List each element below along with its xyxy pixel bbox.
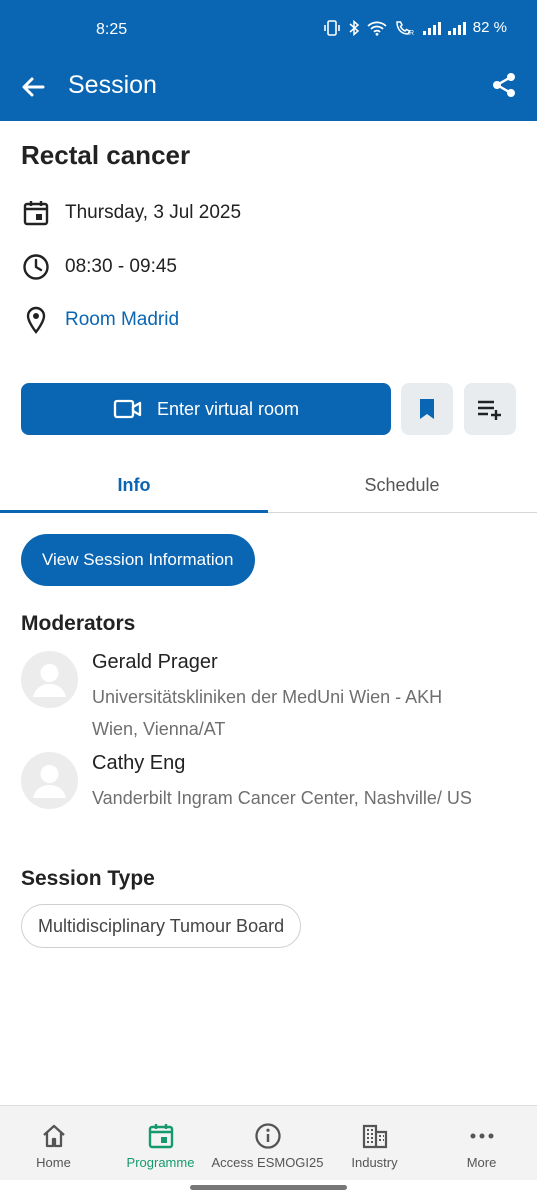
add-to-playlist-button[interactable] xyxy=(464,383,516,435)
battery-level: 82 % xyxy=(472,19,507,36)
nav-home-label: Home xyxy=(36,1155,71,1170)
moderator-item: Gerald Prager Universitätskliniken der M… xyxy=(21,651,516,741)
bluetooth-icon xyxy=(349,19,359,36)
session-type-heading: Session Type xyxy=(21,867,155,890)
session-title: Rectal cancer xyxy=(21,140,191,170)
status-time: 8:25 xyxy=(96,21,128,38)
tab-bar: Info Schedule xyxy=(0,458,537,513)
status-bar: 8:25 R 82 % xyxy=(0,0,537,58)
nav-access-label: Access ESMOGI25 xyxy=(211,1155,324,1170)
calendar-icon xyxy=(148,1124,173,1149)
nav-programme-label: Programme xyxy=(126,1155,195,1170)
nav-home[interactable]: Home xyxy=(0,1106,107,1181)
wifi-call-icon: R xyxy=(396,20,414,36)
back-arrow-icon[interactable] xyxy=(18,72,48,102)
playlist-add-icon xyxy=(478,400,501,420)
session-time-row: 08:30 - 09:45 xyxy=(21,252,177,282)
info-icon xyxy=(254,1123,281,1149)
share-icon[interactable] xyxy=(489,70,519,100)
gesture-bar xyxy=(0,1180,537,1200)
bookmark-icon xyxy=(420,399,434,419)
nav-more-label: More xyxy=(466,1155,497,1170)
session-date: Thursday, 3 Jul 2025 xyxy=(65,202,242,223)
svg-text:R: R xyxy=(409,30,414,36)
page-title: Session xyxy=(68,71,157,99)
nav-industry[interactable]: Industry xyxy=(321,1106,428,1181)
tab-active-indicator xyxy=(0,510,268,513)
view-session-information-button[interactable]: View Session Information xyxy=(21,534,255,586)
nav-access[interactable]: Access ESMOGI25 xyxy=(211,1106,324,1181)
session-room-row[interactable]: Room Madrid xyxy=(21,305,179,335)
avatar xyxy=(21,651,78,708)
moderators-heading: Moderators xyxy=(21,612,136,635)
clock-icon xyxy=(23,254,49,280)
person-placeholder-icon xyxy=(33,664,66,697)
nav-industry-label: Industry xyxy=(351,1155,398,1170)
moderator-affiliation: Universitätskliniken der MedUni Wien - A… xyxy=(92,687,443,739)
bookmark-button[interactable] xyxy=(401,383,453,435)
nav-more[interactable]: More xyxy=(428,1106,535,1181)
session-date-row: Thursday, 3 Jul 2025 xyxy=(21,198,241,228)
moderator-name: Gerald Prager xyxy=(92,651,218,673)
tab-info[interactable]: Info xyxy=(0,458,268,513)
signal-icon-2 xyxy=(447,21,466,35)
tab-schedule[interactable]: Schedule xyxy=(268,458,536,513)
home-icon xyxy=(42,1124,65,1148)
enter-virtual-room-button[interactable]: Enter virtual room xyxy=(21,383,391,435)
home-gesture-handle[interactable] xyxy=(190,1185,347,1190)
building-icon xyxy=(362,1124,387,1149)
bottom-navigation: Home Programme Access ESMOGI25 Industry … xyxy=(0,1105,537,1180)
vibrate-icon xyxy=(323,19,340,36)
moderator-name: Cathy Eng xyxy=(92,752,186,774)
session-room-link[interactable]: Room Madrid xyxy=(65,309,179,331)
video-camera-icon xyxy=(113,399,142,419)
moderator-item: Cathy Eng Vanderbilt Ingram Cancer Cente… xyxy=(21,752,516,842)
signal-icon xyxy=(422,21,441,35)
more-dots-icon xyxy=(470,1133,493,1139)
app-bar: Session xyxy=(0,58,537,121)
person-placeholder-icon xyxy=(33,765,66,798)
enter-virtual-room-label: Enter virtual room xyxy=(156,398,300,419)
location-pin-icon xyxy=(26,306,46,334)
status-icons: R 82 % xyxy=(323,19,507,36)
wifi-icon xyxy=(367,21,387,36)
session-type-chip: Multidisciplinary Tumour Board xyxy=(21,904,302,948)
nav-programme[interactable]: Programme xyxy=(107,1106,214,1181)
calendar-icon xyxy=(23,201,49,226)
session-time: 08:30 - 09:45 xyxy=(65,256,177,277)
avatar xyxy=(21,752,78,809)
moderator-affiliation: Vanderbilt Ingram Cancer Center, Nashvil… xyxy=(92,788,472,808)
